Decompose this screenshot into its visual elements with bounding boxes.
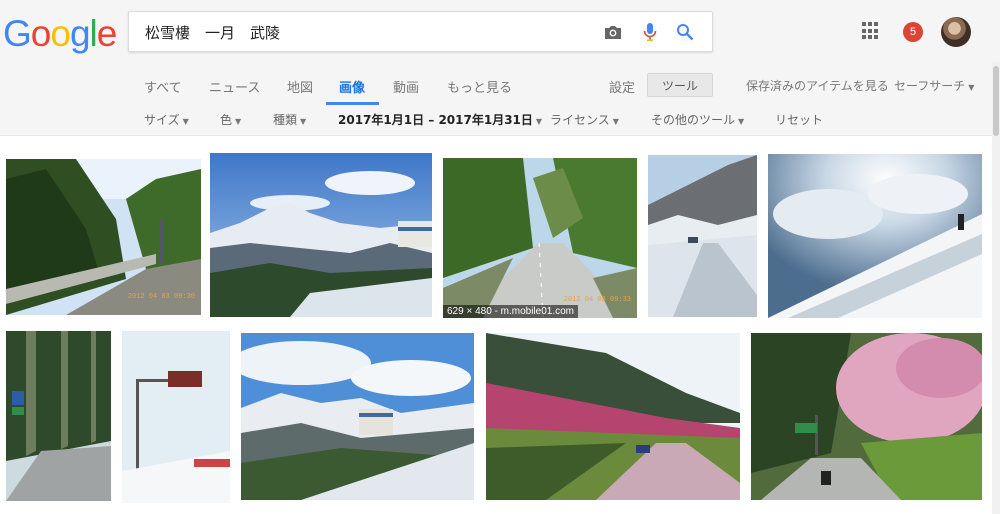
active-tab-indicator [326, 102, 379, 105]
type-filter[interactable]: 種類 ▼ [273, 111, 306, 128]
image-result-8[interactable] [241, 333, 474, 500]
microphone-icon[interactable] [639, 21, 661, 43]
chevron-down-icon: ▼ [300, 117, 307, 126]
date-filter-label: 2017年1月1日 – 2017年1月31日 [338, 113, 533, 127]
saved-items-link[interactable]: 保存済みのアイテムを見る [746, 77, 889, 94]
scrollbar-thumb[interactable] [993, 66, 999, 136]
license-filter-label: ライセンス [550, 113, 610, 127]
safesearch-label: セーフサーチ [894, 79, 966, 93]
other-tools-label: その他のツール [651, 113, 736, 127]
logo-letter: e [96, 13, 118, 54]
logo-letter: l [89, 13, 98, 54]
chevron-down-icon: ▼ [235, 117, 242, 126]
image-size-source-label: 629 × 480 - m.mobile01.com [443, 305, 579, 318]
image-results: 2012 04 03 09:30 2012 04 03 09:33 629 × … [0, 136, 1000, 514]
search-icon[interactable] [674, 21, 696, 43]
color-filter-label: 色 [220, 113, 233, 127]
image-result-7[interactable] [122, 331, 230, 503]
chevron-down-icon: ▼ [182, 117, 189, 126]
tab-videos[interactable]: 動画 [393, 77, 419, 96]
search-input[interactable] [145, 21, 585, 43]
chevron-down-icon: ▼ [535, 117, 543, 126]
chevron-down-icon: ▼ [968, 83, 975, 92]
camera-icon[interactable] [602, 21, 624, 43]
search-tabs: すべて ニュース 地図 画像 動画 もっと見る 設定 保存済みのアイテムを見る … [0, 70, 1000, 105]
tab-maps[interactable]: 地図 [287, 77, 313, 96]
scrollbar[interactable] [992, 62, 1000, 514]
search-box [128, 11, 713, 52]
apps-grid-icon[interactable] [862, 22, 880, 40]
image-result-9[interactable] [486, 333, 740, 500]
logo-letter: o [50, 13, 71, 54]
logo-letter: o [30, 13, 52, 54]
image-result-6[interactable] [6, 331, 111, 501]
tab-images[interactable]: 画像 [339, 77, 365, 96]
photo-timestamp: 2012 04 03 09:33 [563, 296, 631, 304]
notification-badge[interactable]: 5 [903, 22, 923, 42]
safesearch-menu[interactable]: セーフサーチ ▼ [894, 77, 974, 94]
size-filter-label: サイズ [144, 113, 180, 127]
tab-more[interactable]: もっと見る [447, 77, 512, 96]
other-tools-filter[interactable]: その他のツール ▼ [651, 111, 744, 128]
logo-letter: G [3, 13, 32, 54]
avatar[interactable] [941, 17, 971, 47]
image-result-4[interactable] [648, 155, 757, 317]
image-result-2[interactable] [210, 153, 432, 317]
header: Google 5 すべて ニュース 地図 画像 動画 もっと見る 設定 保存済み… [0, 0, 1000, 136]
tools-button[interactable]: ツール [647, 73, 713, 97]
settings-link[interactable]: 設定 [609, 77, 635, 96]
image-result-5[interactable] [768, 154, 982, 318]
tab-news[interactable]: ニュース [209, 77, 260, 96]
image-result-10[interactable] [751, 333, 982, 500]
tab-all[interactable]: すべて [144, 77, 182, 96]
color-filter[interactable]: 色 ▼ [220, 111, 241, 128]
license-filter[interactable]: ライセンス ▼ [550, 111, 619, 128]
google-logo[interactable]: Google [3, 12, 118, 56]
logo-letter: g [69, 13, 91, 54]
image-result-1[interactable]: 2012 04 03 09:30 [6, 159, 201, 315]
size-filter[interactable]: サイズ ▼ [144, 111, 189, 128]
type-filter-label: 種類 [273, 113, 298, 127]
chevron-down-icon: ▼ [738, 117, 745, 126]
image-result-3[interactable]: 2012 04 03 09:33 629 × 480 - m.mobile01.… [443, 158, 637, 318]
reset-button[interactable]: リセット [775, 111, 823, 128]
date-filter[interactable]: 2017年1月1日 – 2017年1月31日 ▼ [338, 111, 542, 128]
tools-bar: サイズ ▼ 色 ▼ 種類 ▼ 2017年1月1日 – 2017年1月31日 ▼ ライセン… [0, 108, 1000, 132]
chevron-down-icon: ▼ [612, 117, 619, 126]
photo-timestamp: 2012 04 03 09:30 [127, 293, 195, 301]
